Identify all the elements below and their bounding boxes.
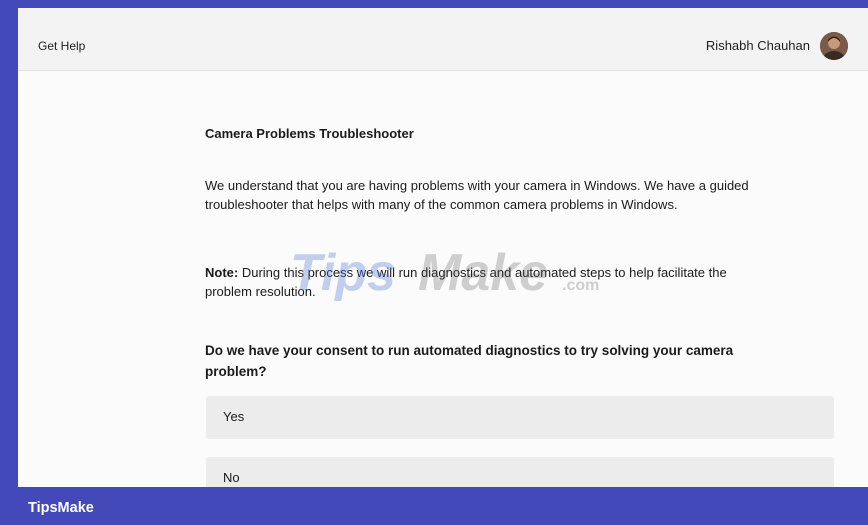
option-yes-label: Yes	[223, 409, 245, 424]
avatar[interactable]	[820, 32, 848, 60]
consent-question: Do we have your consent to run automated…	[205, 343, 734, 379]
get-help-window: Get Help Rishabh Chauhan Camera Problems…	[18, 8, 868, 487]
option-yes-button[interactable]: Yes	[206, 396, 834, 439]
intro-paragraph: We understand that you are having proble…	[205, 178, 749, 212]
app-title: Get Help	[38, 39, 86, 53]
footer-bar: TipsMake	[0, 487, 868, 525]
footer-brand: TipsMake	[28, 500, 94, 516]
note-label: Note:	[205, 265, 239, 280]
user-name[interactable]: Rishabh Chauhan	[706, 38, 810, 53]
page-title: Camera Problems Troubleshooter	[205, 126, 414, 141]
option-no-label: No	[223, 470, 240, 485]
option-no-button[interactable]: No	[206, 457, 834, 487]
avatar-icon	[820, 32, 848, 60]
title-bar: Get Help Rishabh Chauhan	[18, 8, 868, 71]
note-paragraph: Note: During this process we will run di…	[205, 263, 735, 301]
note-text: During this process we will run diagnost…	[205, 265, 727, 299]
